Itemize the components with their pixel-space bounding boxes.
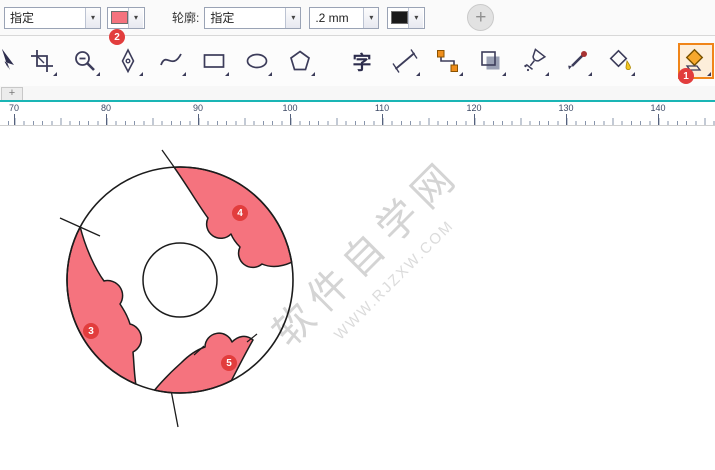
chevron-down-icon[interactable]: ▾ — [85, 8, 100, 28]
ruler-major-tick — [382, 114, 383, 125]
drawing-canvas[interactable]: 软件自学网 WWW.RJZXW.COM — [0, 126, 715, 470]
add-tab-button[interactable]: + — [1, 87, 23, 100]
chevron-down-icon[interactable]: ▾ — [128, 8, 143, 28]
fill-type-dropdown[interactable]: 指定 ▾ — [4, 7, 101, 29]
annotation-badge-5: 5 — [221, 355, 237, 371]
ruler-tick-label: 140 — [650, 103, 665, 113]
polygon-icon — [287, 48, 313, 74]
ruler-tick-label: 130 — [558, 103, 573, 113]
plus-icon: + — [475, 8, 486, 27]
ruler-major-tick — [198, 114, 199, 125]
filled-shape-left[interactable] — [67, 227, 141, 384]
text-tool-icon: 字 — [352, 48, 371, 75]
eyedropper-tool-button[interactable] — [561, 45, 593, 77]
rectangle-tool-button[interactable] — [198, 45, 230, 77]
polygon-tool-button[interactable] — [284, 45, 316, 77]
tab-strip: + — [0, 86, 715, 102]
pen-icon — [115, 48, 141, 74]
annotation-badge-1: 1 — [678, 68, 694, 84]
outline-width-dropdown[interactable]: .2 mm ▾ — [309, 7, 379, 29]
interactive-fill-tool-button[interactable] — [604, 45, 636, 77]
add-button[interactable]: + — [467, 4, 494, 31]
crop-tool-button[interactable] — [26, 45, 58, 77]
drop-shadow-tool-button[interactable] — [475, 45, 507, 77]
ruler-tick-label: 90 — [193, 103, 203, 113]
ruler-tick-label: 100 — [282, 103, 297, 113]
curve-icon — [158, 48, 184, 74]
outline-color-picker[interactable]: ▾ — [387, 7, 425, 29]
horizontal-ruler[interactable]: 70 80 90 100 110 120 130 140 — [0, 102, 715, 126]
connector-icon — [435, 48, 461, 74]
cut-line-bottom[interactable] — [171, 390, 178, 427]
chevron-down-icon[interactable]: ▾ — [408, 8, 423, 28]
outline-width-value: .2 mm — [310, 11, 363, 25]
transparency-tool-button[interactable] — [518, 45, 550, 77]
ruler-tick-label: 120 — [466, 103, 481, 113]
chevron-down-icon[interactable]: ▾ — [285, 8, 300, 28]
transparency-glass-icon — [521, 48, 547, 74]
ruler-major-tick — [14, 114, 15, 125]
dimension-icon — [392, 48, 418, 74]
ruler-major-tick — [566, 114, 567, 125]
freehand-curve-tool-button[interactable] — [155, 45, 187, 77]
app-window: 指定 ▾ ▾ 轮廓: 指定 ▾ .2 mm ▾ ▾ + — [0, 0, 715, 470]
ruler-tick-label: 110 — [375, 103, 389, 113]
inner-circle[interactable] — [143, 243, 217, 317]
drop-shadow-icon — [478, 48, 504, 74]
annotation-badge-4: 4 — [232, 205, 248, 221]
ellipse-icon — [244, 48, 270, 74]
outline-type-value: 指定 — [205, 9, 285, 26]
pick-icon — [0, 48, 14, 74]
outline-type-dropdown[interactable]: 指定 ▾ — [204, 7, 301, 29]
zoom-out-icon — [72, 48, 98, 74]
annotation-badge-2: 2 — [109, 29, 125, 45]
chevron-down-icon[interactable]: ▾ — [363, 8, 378, 28]
ruler-major-tick — [106, 114, 107, 125]
ellipse-tool-button[interactable] — [241, 45, 273, 77]
pick-tool-button[interactable] — [0, 45, 15, 77]
crop-icon — [29, 48, 55, 74]
property-bar: 指定 ▾ ▾ 轮廓: 指定 ▾ .2 mm ▾ ▾ + — [0, 0, 715, 36]
paint-bucket-icon — [607, 48, 633, 74]
ruler-major-tick — [474, 114, 475, 125]
fill-type-value: 指定 — [5, 9, 85, 26]
eyedropper-icon — [564, 48, 590, 74]
filled-shape-bottom[interactable] — [155, 333, 253, 393]
pen-tool-button[interactable] — [112, 45, 144, 77]
drawing-objects — [0, 126, 715, 470]
text-tool-button[interactable]: 字 — [346, 45, 378, 77]
annotation-badge-3: 3 — [83, 323, 99, 339]
rectangle-icon — [201, 48, 227, 74]
fill-color-swatch[interactable] — [111, 11, 128, 24]
ruler-tick-label: 80 — [101, 103, 111, 113]
toolbox: 字 — [0, 36, 715, 86]
dimension-tool-button[interactable] — [389, 45, 421, 77]
ruler-tick-label: 70 — [9, 103, 19, 113]
connector-tool-button[interactable] — [432, 45, 464, 77]
outline-color-swatch[interactable] — [391, 11, 408, 24]
ruler-major-tick — [290, 114, 291, 125]
fill-color-picker[interactable]: ▾ — [107, 7, 145, 29]
zoom-tool-button[interactable] — [69, 45, 101, 77]
ruler-major-tick — [658, 114, 659, 125]
outline-label: 轮廓: — [172, 9, 199, 26]
